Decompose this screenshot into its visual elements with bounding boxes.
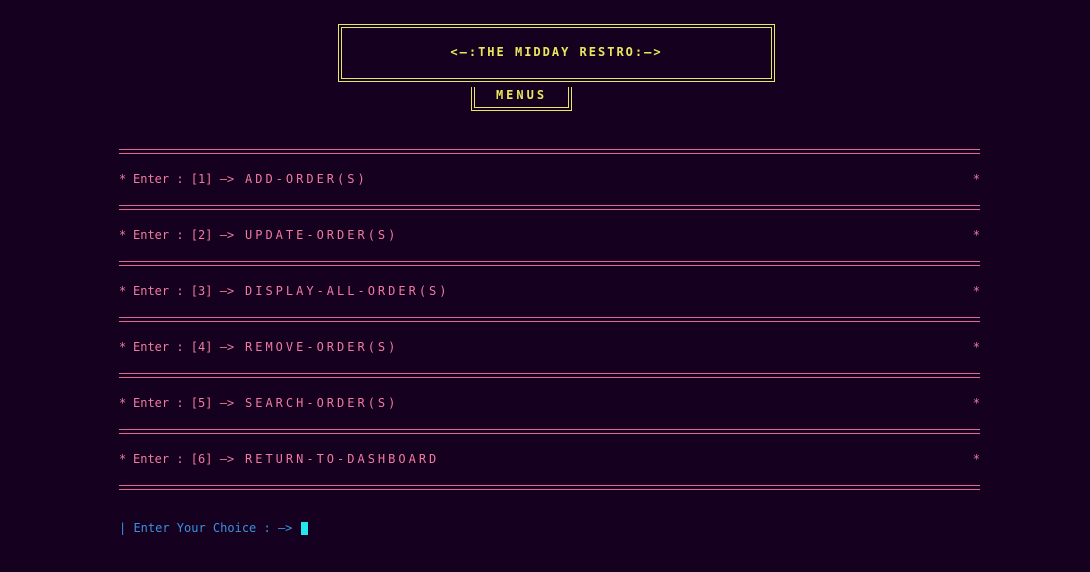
bullet-star: * (119, 452, 127, 466)
bullet-star: * (119, 340, 127, 354)
menu-item-label: RETURN-TO-DASHBOARD (245, 452, 440, 466)
bullet-star: * (972, 340, 980, 354)
menu-item-prefix: Enter : [2] —> (133, 228, 235, 242)
separator-line (119, 261, 980, 266)
menu-item-remove-order[interactable]: * Enter : [4] —> REMOVE-ORDER(S) * (119, 340, 980, 356)
separator-line (119, 317, 980, 322)
separator-line (119, 205, 980, 210)
menu-item-label: DISPLAY-ALL-ORDER(S) (245, 284, 450, 298)
separator-line (119, 485, 980, 490)
separator-line (119, 149, 980, 154)
separator-line (119, 373, 980, 378)
bullet-star: * (972, 228, 980, 242)
bullet-star: * (119, 284, 127, 298)
bullet-star: * (972, 452, 980, 466)
menu-item-prefix: Enter : [4] —> (133, 340, 235, 354)
menu-item-prefix: Enter : [6] —> (133, 452, 235, 466)
menu-item-display-all-orders[interactable]: * Enter : [3] —> DISPLAY-ALL-ORDER(S) * (119, 284, 980, 300)
menu-item-return-to-dashboard[interactable]: * Enter : [6] —> RETURN-TO-DASHBOARD * (119, 452, 980, 468)
menu-item-prefix: Enter : [3] —> (133, 284, 235, 298)
bullet-star: * (972, 172, 980, 186)
bullet-star: * (119, 396, 127, 410)
app-title: <—:THE MIDDAY RESTRO:—> (450, 45, 663, 59)
text-input-cursor[interactable] (301, 522, 308, 535)
bullet-star: * (119, 172, 127, 186)
menu-item-prefix: Enter : [5] —> (133, 396, 235, 410)
bullet-star: * (119, 228, 127, 242)
menus-tab: MENUS (471, 87, 572, 111)
menu-item-label: UPDATE-ORDER(S) (245, 228, 399, 242)
menu-item-update-order[interactable]: * Enter : [2] —> UPDATE-ORDER(S) * (119, 228, 980, 244)
menu-item-label: REMOVE-ORDER(S) (245, 340, 399, 354)
choice-prompt: | Enter Your Choice : —> (119, 521, 293, 535)
menus-heading: MENUS (495, 88, 548, 102)
menu-item-label: SEARCH-ORDER(S) (245, 396, 399, 410)
menu-item-prefix: Enter : [1] —> (133, 172, 235, 186)
title-banner: <—:THE MIDDAY RESTRO:—> (338, 24, 775, 82)
bullet-star: * (972, 396, 980, 410)
menu-item-add-order[interactable]: * Enter : [1] —> ADD-ORDER(S) * (119, 172, 980, 188)
separator-line (119, 429, 980, 434)
menu-item-label: ADD-ORDER(S) (245, 172, 368, 186)
bullet-star: * (972, 284, 980, 298)
menu-item-search-order[interactable]: * Enter : [5] —> SEARCH-ORDER(S) * (119, 396, 980, 412)
